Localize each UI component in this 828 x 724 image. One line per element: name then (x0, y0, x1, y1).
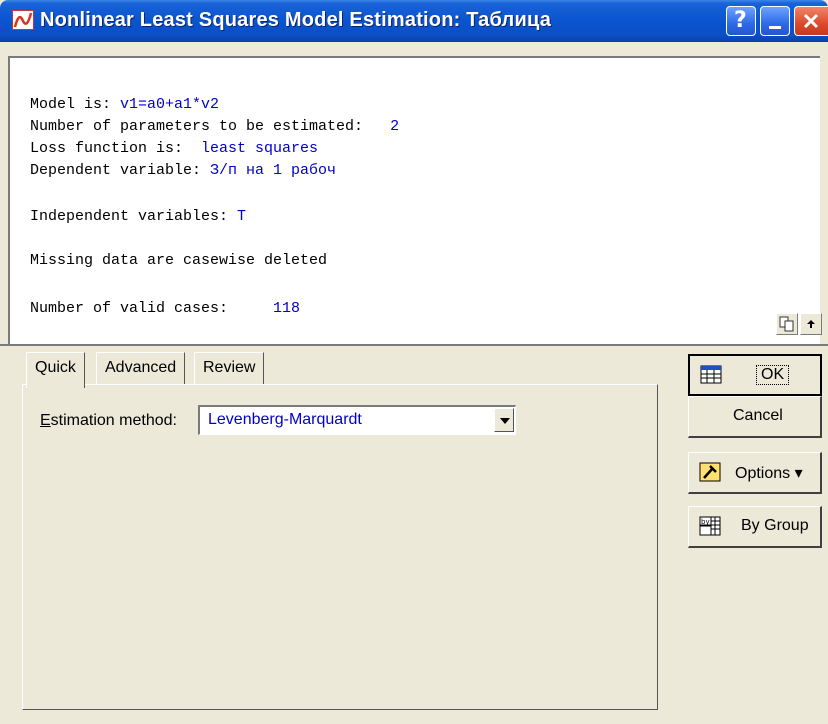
by-group-icon: by (699, 516, 721, 536)
estimation-method-value: Levenberg-Marquardt (208, 411, 362, 428)
options-label: Options ▾ (735, 465, 803, 482)
chevron-down-icon[interactable] (494, 408, 514, 432)
output-line: Dependent variable: З/п на 1 рабоч (30, 162, 337, 179)
output-line: Number of valid cases: 118 (30, 300, 301, 317)
expand-toggle-button[interactable] (800, 313, 822, 335)
options-button[interactable]: Options ▾ (688, 452, 822, 494)
output-line: Number of parameters to be estimated: 2 (30, 118, 400, 135)
options-icon (699, 462, 721, 482)
cancel-button[interactable]: Cancel (688, 396, 822, 438)
tab-quick[interactable]: Quick (26, 352, 85, 388)
splitter[interactable] (0, 344, 828, 346)
copy-output-button[interactable] (776, 313, 798, 335)
estimation-method-select[interactable]: Levenberg-Marquardt (198, 405, 516, 435)
help-icon: ? (734, 8, 747, 33)
minimize-button[interactable] (760, 6, 790, 36)
estimation-method-label: Estimation method: (40, 412, 177, 429)
help-button[interactable]: ? (726, 6, 756, 36)
ok-label: OK (756, 365, 790, 385)
output-panel[interactable]: Model is: v1=a0+a1*v2 Number of paramete… (8, 56, 820, 344)
table-icon (700, 365, 722, 384)
close-icon (803, 13, 819, 29)
output-line: Model is: v1=a0+a1*v2 (30, 96, 220, 113)
close-button[interactable] (794, 6, 828, 36)
by-group-button[interactable]: by By Group (688, 506, 822, 548)
ok-button[interactable]: OK (688, 354, 822, 396)
output-line: Independent variables: T (30, 208, 247, 225)
title-bar[interactable]: Nonlinear Least Squares Model Estimation… (0, 0, 828, 42)
app-icon (12, 10, 34, 30)
by-group-label: By Group (741, 517, 809, 534)
output-line: Missing data are casewise deleted (30, 252, 328, 269)
chevron-up-icon (807, 320, 815, 328)
tab-review[interactable]: Review (194, 352, 265, 384)
tab-advanced[interactable]: Advanced (96, 352, 186, 384)
window-title: Nonlinear Least Squares Model Estimation… (40, 9, 552, 31)
svg-text:by: by (701, 518, 710, 526)
copy-icon (779, 316, 794, 332)
cancel-label: Cancel (733, 407, 783, 424)
minimize-icon (769, 26, 781, 29)
output-line: Loss function is: least squares (30, 140, 319, 157)
